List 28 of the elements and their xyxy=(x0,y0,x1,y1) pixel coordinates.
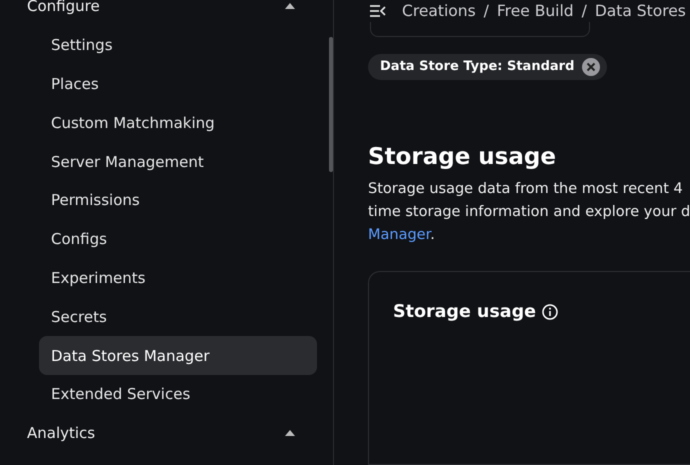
sidebar-item[interactable]: Places xyxy=(39,64,317,104)
caret-icon[interactable] xyxy=(285,3,295,10)
card-title: Storage usage xyxy=(393,302,536,322)
sidebar-item[interactable]: Custom Matchmaking xyxy=(39,103,317,142)
sidebar-item[interactable]: Extended Services xyxy=(39,374,317,414)
manager-link[interactable]: Manager xyxy=(368,226,430,243)
sidebar-item[interactable]: Configs xyxy=(39,220,317,259)
close-icon[interactable] xyxy=(582,58,600,76)
breadcrumb-link[interactable]: Free Build xyxy=(496,2,574,20)
sidebar-item[interactable]: Data Stores Manager xyxy=(39,336,317,375)
info-icon[interactable] xyxy=(542,304,558,320)
sidebar-item[interactable]: Server Management xyxy=(39,142,317,181)
breadcrumb-link[interactable]: Creations xyxy=(402,2,476,20)
sidebar-item[interactable]: Permissions xyxy=(39,180,317,220)
sidebar-item[interactable]: Secrets xyxy=(39,297,317,336)
sidebar-item[interactable]: Settings xyxy=(39,26,317,65)
menu-icon[interactable] xyxy=(370,4,386,17)
description-text: Storage usage data from the most recent 4 time storage information and explore your d Manager. xyxy=(368,180,690,245)
sidebar-item[interactable]: Experiments xyxy=(39,258,317,298)
breadcrumb-separator: / xyxy=(484,2,489,20)
breadcrumb-separator: / xyxy=(582,2,587,20)
filter-chip[interactable]: Data Store Type: Standard xyxy=(368,54,608,80)
scrollbar[interactable] xyxy=(329,37,333,172)
sidebar-section-header[interactable]: Configure xyxy=(0,0,333,26)
breadcrumb-link[interactable]: Data Stores xyxy=(594,2,686,20)
section-heading: Storage usage xyxy=(368,144,557,170)
caret-icon[interactable] xyxy=(285,430,295,436)
sidebar-section-header[interactable]: Analytics xyxy=(0,414,333,453)
